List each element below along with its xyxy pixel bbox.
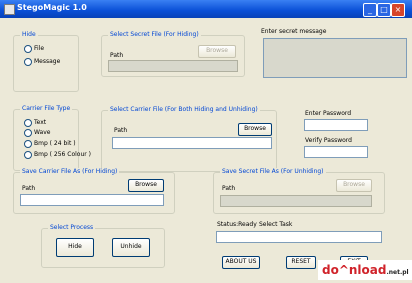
unhide-button[interactable]: Unhide — [112, 238, 150, 257]
radio-wave[interactable] — [24, 129, 32, 137]
verify-password-label: Verify Password — [305, 137, 352, 144]
save-carrier-group: Save Carrier File As (For Hiding) Browse… — [13, 168, 175, 214]
secret-message-label: Enter secret message — [261, 28, 327, 35]
radio-file[interactable] — [24, 45, 32, 53]
radio-message[interactable] — [24, 58, 32, 66]
radio-file-label: File — [34, 45, 45, 52]
reset-button[interactable]: RESET — [286, 256, 316, 269]
main-panel: Hide File Message Select Secret File (Fo… — [3, 18, 409, 282]
save-carrier-browse-button[interactable]: Browse — [128, 179, 164, 192]
save-secret-path-field[interactable] — [220, 195, 372, 207]
task-text: Select Task — [259, 221, 293, 228]
carrier-file-group: Select Carrier File (For Both Hiding and… — [101, 106, 277, 172]
verify-password-field[interactable] — [304, 146, 368, 158]
close-button[interactable]: × — [391, 3, 405, 17]
hide-group-label: Hide — [20, 31, 38, 38]
carrier-type-group: Carrier File Type Text Wave Bmp ( 24 bit… — [13, 105, 91, 171]
radio-text[interactable] — [24, 119, 32, 127]
watermark-logo: do^nload.net.pl — [318, 260, 412, 280]
enter-password-label: Enter Password — [305, 110, 352, 117]
secret-file-label: Select Secret File (For Hiding) — [108, 31, 201, 38]
process-label: Select Process — [48, 224, 96, 231]
save-carrier-path-label: Path — [22, 185, 36, 192]
minimize-button[interactable]: _ — [363, 3, 377, 17]
process-group: Select Process Hide Unhide — [41, 224, 165, 268]
carrier-path-field[interactable] — [112, 137, 272, 149]
hide-button[interactable]: Hide — [56, 238, 94, 257]
window-title: StegoMagic 1.0 — [17, 3, 87, 12]
secret-path-field[interactable] — [108, 60, 238, 72]
radio-bmp24[interactable] — [24, 140, 32, 148]
save-secret-group: Save Secret File As (For Unhiding) Brows… — [213, 168, 385, 214]
save-secret-path-label: Path — [222, 185, 236, 192]
about-us-button[interactable]: ABOUT US — [222, 256, 260, 269]
status-text: Status:Ready — [217, 221, 257, 228]
secret-path-label: Path — [110, 52, 124, 59]
save-secret-label: Save Secret File As (For Unhiding) — [220, 168, 326, 175]
secret-file-group: Select Secret File (For Hiding) Browse P… — [101, 31, 245, 77]
radio-bmp256-label: Bmp ( 256 Colour ) — [34, 151, 91, 158]
secret-browse-button[interactable]: Browse — [198, 45, 236, 58]
carrier-type-label: Carrier File Type — [20, 105, 73, 112]
title-bar: StegoMagic 1.0 _ □ × — [0, 0, 412, 18]
radio-wave-label: Wave — [34, 129, 51, 136]
hide-group: Hide File Message — [13, 31, 79, 92]
maximize-button[interactable]: □ — [377, 3, 391, 17]
carrier-browse-button[interactable]: Browse — [238, 123, 272, 136]
status-field — [216, 231, 382, 243]
radio-bmp256[interactable] — [24, 151, 32, 159]
app-icon — [4, 4, 15, 15]
save-secret-browse-button[interactable]: Browse — [336, 179, 372, 192]
radio-message-label: Message — [34, 58, 61, 65]
radio-text-label: Text — [34, 119, 47, 126]
radio-bmp24-label: Bmp ( 24 bit ) — [34, 140, 76, 147]
carrier-file-label: Select Carrier File (For Both Hiding and… — [108, 106, 260, 113]
secret-message-box[interactable] — [263, 38, 407, 78]
carrier-path-label: Path — [114, 127, 128, 134]
enter-password-field[interactable] — [304, 119, 368, 131]
save-carrier-label: Save Carrier File As (For Hiding) — [20, 168, 120, 175]
save-carrier-path-field[interactable] — [20, 194, 164, 206]
